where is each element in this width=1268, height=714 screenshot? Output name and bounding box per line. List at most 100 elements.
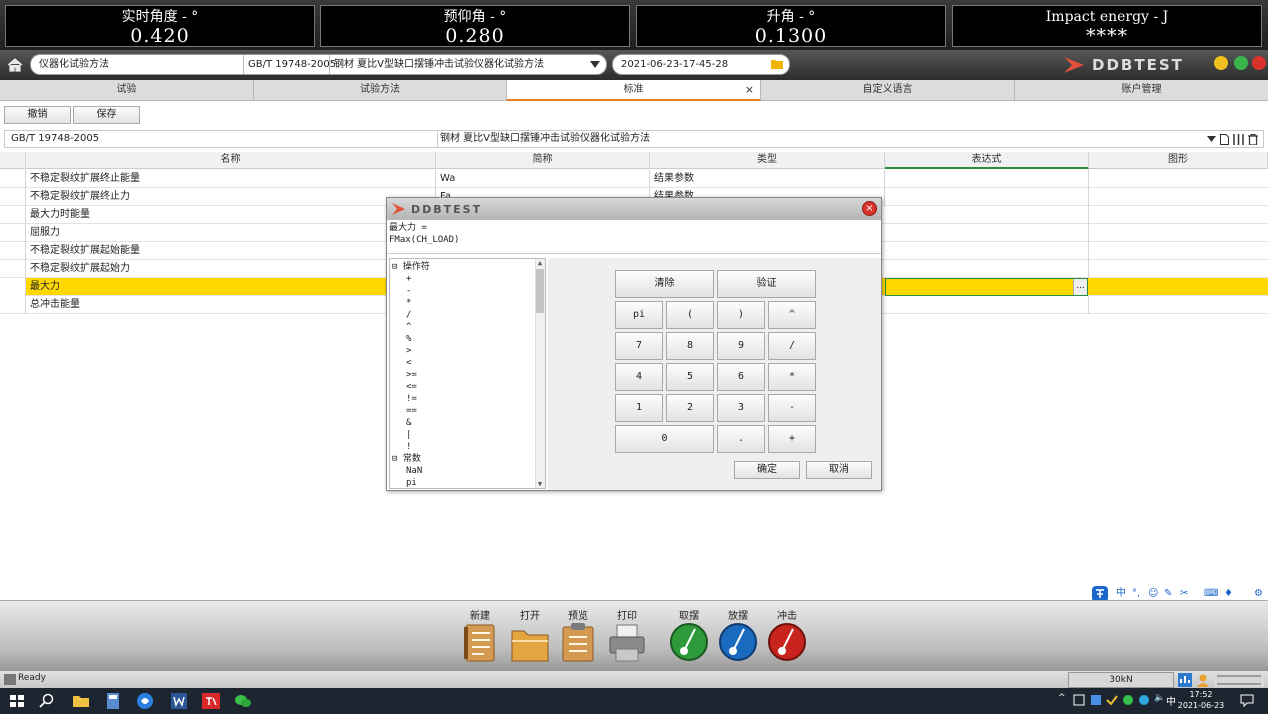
tree-item[interactable]: % xyxy=(406,333,411,345)
scroll-down-icon[interactable]: ▼ xyxy=(536,480,544,488)
tree-item[interactable]: NaN xyxy=(406,465,422,477)
file-explorer-icon[interactable] xyxy=(72,692,90,710)
tree-scrollbar[interactable]: ▲ ▼ xyxy=(535,259,545,488)
cell-expression[interactable] xyxy=(885,242,1089,260)
cell-expression[interactable] xyxy=(885,206,1089,224)
tree-item[interactable]: != xyxy=(406,393,417,405)
ddbtest-app-icon[interactable] xyxy=(202,692,220,710)
tab-test-method[interactable]: 试验方法 xyxy=(254,80,507,101)
tree-item[interactable]: | xyxy=(406,429,411,441)
word-icon[interactable] xyxy=(170,692,188,710)
key-lparen[interactable]: ( xyxy=(666,301,714,329)
key-2[interactable]: 2 xyxy=(666,394,714,422)
preview-clipboard-icon[interactable] xyxy=(558,621,598,663)
tree-item[interactable]: >= xyxy=(406,369,417,381)
tree-group[interactable]: ⊟ 常数 xyxy=(392,453,421,465)
calculator-icon[interactable] xyxy=(104,692,122,710)
key-1[interactable]: 1 xyxy=(615,394,663,422)
trash-icon[interactable] xyxy=(1248,134,1258,145)
cell-expression[interactable] xyxy=(885,260,1089,278)
tab-custom-language[interactable]: 自定义语言 xyxy=(761,80,1015,101)
chevron-down-icon[interactable] xyxy=(1207,136,1216,142)
column-header-type[interactable]: 类型 xyxy=(650,152,885,169)
key-8[interactable]: 8 xyxy=(666,332,714,360)
column-header-graph[interactable]: 图形 xyxy=(1089,152,1268,169)
key-power[interactable]: ^ xyxy=(768,301,816,329)
method-selector[interactable]: 仪器化试验方法 GB/T 19748-2005 钢材 夏比V型缺口摆锤冲击试验仪… xyxy=(30,54,607,75)
chevron-down-icon[interactable] xyxy=(590,61,600,68)
tree-item[interactable]: + xyxy=(406,273,411,285)
open-folder-icon[interactable] xyxy=(510,621,550,663)
cell-expression[interactable] xyxy=(885,170,1089,188)
standard-select[interactable]: GB/T 19748-2005 钢材 夏比V型缺口摆锤冲击试验仪器化试验方法 xyxy=(4,130,1264,148)
ok-button[interactable]: 确定 xyxy=(734,461,800,479)
tree-scroll-thumb[interactable] xyxy=(536,269,544,313)
scroll-up-icon[interactable]: ▲ xyxy=(536,259,544,267)
key-divide[interactable]: / xyxy=(768,332,816,360)
tab-close-icon[interactable]: × xyxy=(745,80,754,100)
key-3[interactable]: 3 xyxy=(717,394,765,422)
key-dot[interactable]: . xyxy=(717,425,765,453)
tree-item[interactable]: ! xyxy=(406,441,411,453)
key-plus[interactable]: + xyxy=(768,425,816,453)
key-0[interactable]: 0 xyxy=(615,425,714,453)
tree-item[interactable]: == xyxy=(406,405,417,417)
tab-standard[interactable]: 标准 × xyxy=(507,80,761,101)
cancel-button[interactable]: 取消 xyxy=(806,461,872,479)
folder-icon[interactable] xyxy=(771,59,783,69)
maximize-button[interactable] xyxy=(1234,56,1248,70)
key-6[interactable]: 6 xyxy=(717,363,765,391)
tree-item[interactable]: ^ xyxy=(406,321,411,333)
expression-editor-cell[interactable]: ... xyxy=(885,278,1088,296)
key-4[interactable]: 4 xyxy=(615,363,663,391)
column-header-short[interactable]: 简称 xyxy=(436,152,650,169)
expression-textarea[interactable]: 最大力 = FMax(CH_LOAD) xyxy=(387,220,881,254)
tree-item[interactable]: < xyxy=(406,357,411,369)
user-icon[interactable] xyxy=(1196,673,1210,687)
table-row[interactable]: 不稳定裂纹扩展终止能量 Wa 结果参数 xyxy=(0,170,1268,188)
dialog-close-button[interactable]: × xyxy=(862,201,877,216)
tree-item[interactable]: - xyxy=(406,285,411,297)
tray-network-icon[interactable] xyxy=(1073,694,1085,706)
tray-check-icon[interactable] xyxy=(1106,694,1118,706)
function-tree[interactable]: ⊟ 操作符+-*/^%><>=<=!===&|!⊟ 常数NaNpie▲▼ xyxy=(389,258,546,489)
column-header-name[interactable]: 名称 xyxy=(26,152,436,169)
tray-app-icon[interactable] xyxy=(1090,694,1102,706)
cell-expression[interactable] xyxy=(885,188,1089,206)
cell-expression[interactable] xyxy=(885,296,1089,314)
wechat-icon[interactable] xyxy=(234,692,252,710)
printer-icon[interactable] xyxy=(607,621,647,663)
home-icon[interactable] xyxy=(6,56,24,74)
clear-button[interactable]: 清除 xyxy=(615,270,714,298)
tree-item[interactable]: & xyxy=(406,417,411,429)
close-app-button[interactable] xyxy=(1252,56,1266,70)
key-pi[interactable]: pi xyxy=(615,301,663,329)
tree-item[interactable]: pi xyxy=(406,477,417,488)
search-icon[interactable] xyxy=(38,692,56,710)
key-9[interactable]: 9 xyxy=(717,332,765,360)
key-minus[interactable]: - xyxy=(768,394,816,422)
tree-item[interactable]: / xyxy=(406,309,411,321)
expression-edit-button[interactable]: ... xyxy=(1073,279,1087,295)
dialog-titlebar[interactable]: DDBTEST × xyxy=(387,198,881,220)
key-7[interactable]: 7 xyxy=(615,332,663,360)
save-button[interactable]: 保存 xyxy=(73,106,140,124)
browser-icon[interactable] xyxy=(136,692,154,710)
columns-icon[interactable] xyxy=(1233,134,1244,145)
key-5[interactable]: 5 xyxy=(666,363,714,391)
tray-volume-icon[interactable]: 🔈 xyxy=(1154,693,1165,703)
lift-pendulum-icon[interactable] xyxy=(669,621,709,663)
column-header-expression[interactable]: 表达式 xyxy=(885,152,1089,169)
windows-start-icon[interactable] xyxy=(8,692,26,710)
tree-item[interactable]: > xyxy=(406,345,411,357)
release-pendulum-icon[interactable] xyxy=(718,621,758,663)
tray-wechat-icon[interactable] xyxy=(1122,694,1134,706)
notification-icon[interactable] xyxy=(1240,694,1254,707)
new-document-icon[interactable] xyxy=(460,621,500,663)
key-multiply[interactable]: * xyxy=(768,363,816,391)
tree-group[interactable]: ⊟ 操作符 xyxy=(392,261,430,273)
tray-chevron-icon[interactable]: ^ xyxy=(1058,693,1066,703)
undo-button[interactable]: 撤销 xyxy=(4,106,71,124)
tree-item[interactable]: * xyxy=(406,297,411,309)
verify-button[interactable]: 验证 xyxy=(717,270,816,298)
